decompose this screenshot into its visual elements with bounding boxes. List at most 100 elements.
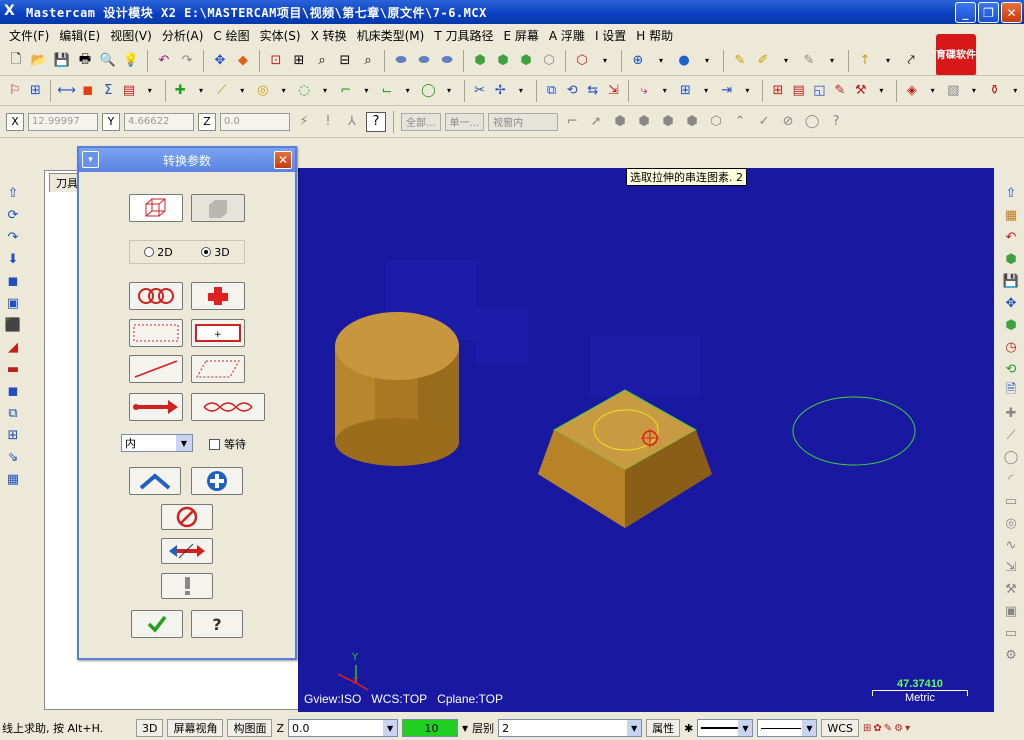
dimension-icon[interactable]: ⟷: [57, 81, 76, 101]
layer-icon[interactable]: ⧉: [4, 404, 22, 422]
help-icon[interactable]: ?: [366, 111, 386, 132]
partial-chain-button[interactable]: [191, 393, 265, 421]
new-file-icon[interactable]: 🗋: [6, 51, 26, 71]
dialog-collapse-button[interactable]: ▾: [82, 151, 99, 168]
rotate-icon[interactable]: ⟲: [563, 81, 581, 101]
wcs-button[interactable]: WCS: [821, 719, 859, 737]
break-icon[interactable]: ✢: [491, 81, 509, 101]
spline-gray-icon[interactable]: ∿: [1002, 536, 1020, 554]
menu-art[interactable]: A 浮雕: [544, 27, 590, 44]
bottle-icon[interactable]: ⚱: [986, 81, 1004, 101]
cube-view-1-icon[interactable]: ⬢: [470, 51, 490, 71]
add-selection-button[interactable]: [191, 467, 243, 495]
refresh-icon[interactable]: ⟲: [1002, 360, 1020, 378]
color-field[interactable]: 10: [402, 719, 459, 737]
point-mode-button[interactable]: [191, 282, 245, 310]
hatch-icon[interactable]: ▧: [944, 81, 962, 101]
chain-direction-select[interactable]: 内 ▼: [121, 434, 193, 452]
statistics-icon[interactable]: ▤: [120, 81, 138, 101]
zoom-target-icon[interactable]: ⌕: [312, 51, 332, 71]
vector-mode-button[interactable]: [129, 393, 183, 421]
gear-gray-icon[interactable]: ⚙: [1002, 646, 1020, 664]
drill-icon[interactable]: ⤤: [901, 51, 921, 71]
tools-gray-icon[interactable]: ⚒: [1002, 580, 1020, 598]
single-mode-button[interactable]: [129, 355, 183, 383]
hex-2-icon[interactable]: ⬢: [658, 112, 678, 132]
chevron-down-icon[interactable]: ▾: [233, 81, 251, 101]
chevron-down-icon[interactable]: ▾: [822, 51, 842, 71]
hidden-icon[interactable]: ⬬: [437, 51, 457, 71]
x-coord-field[interactable]: 12.99997: [28, 112, 98, 131]
wireframe-mode-button[interactable]: [129, 194, 183, 222]
zoom-out-icon[interactable]: ⌕: [358, 51, 378, 71]
hint-icon[interactable]: 💡: [121, 51, 141, 71]
slash-gray-icon[interactable]: ⟋: [1002, 426, 1020, 444]
check-select-icon[interactable]: ✓: [754, 112, 774, 132]
cube-view-2-icon[interactable]: ⬢: [493, 51, 513, 71]
options-button[interactable]: [161, 573, 213, 599]
menu-solids[interactable]: 实体(S): [255, 27, 306, 44]
chain-mode-button[interactable]: [129, 282, 183, 310]
wireframe-icon[interactable]: ⬬: [414, 51, 434, 71]
sweep-icon[interactable]: ↷: [4, 228, 22, 246]
save-view-icon[interactable]: 💾: [1002, 272, 1020, 290]
open-file-icon[interactable]: 📂: [29, 51, 49, 71]
offset-icon[interactable]: ⤷: [635, 81, 653, 101]
point-icon[interactable]: ✚: [171, 81, 189, 101]
plus-gray-icon[interactable]: ✚: [1002, 404, 1020, 422]
chevron-down-icon[interactable]: ▾: [656, 81, 674, 101]
geometry-canvas[interactable]: [298, 168, 994, 712]
point-style-icon[interactable]: ✱: [684, 722, 693, 735]
print-preview-icon[interactable]: 🔍: [98, 51, 118, 71]
menu-file[interactable]: 文件(F): [4, 27, 54, 44]
box-view-icon[interactable]: ⬡: [572, 51, 592, 71]
loft-icon[interactable]: ⬇: [4, 250, 22, 268]
polygon-mode-button[interactable]: [191, 355, 245, 383]
save-icon[interactable]: 💾: [52, 51, 72, 71]
dialog-close-button[interactable]: ✕: [274, 151, 292, 169]
grid-icon[interactable]: ⊞: [769, 81, 787, 101]
chevron-down-icon[interactable]: ▾: [1006, 81, 1024, 101]
chevron-down-icon[interactable]: ▾: [316, 81, 334, 101]
fit-icon[interactable]: ⊡: [266, 51, 286, 71]
chevron-down-icon[interactable]: ▾: [399, 81, 417, 101]
chevron-down-icon[interactable]: ▾: [651, 51, 671, 71]
line-style-field[interactable]: ▼: [697, 719, 754, 737]
brush-icon[interactable]: ✎: [799, 51, 819, 71]
hex-1-icon[interactable]: ⬢: [634, 112, 654, 132]
x-coord-label[interactable]: X: [6, 112, 24, 131]
menu-machine-type[interactable]: 机床类型(M): [352, 27, 430, 44]
dims-gray-icon[interactable]: ⇲: [1002, 558, 1020, 576]
select-vector-icon[interactable]: ⌐: [562, 112, 582, 132]
print-icon[interactable]: 🖶: [75, 51, 95, 71]
hex-4-icon[interactable]: ⬡: [706, 112, 726, 132]
menu-xform[interactable]: X 转换: [306, 27, 352, 44]
menu-toolpaths[interactable]: T 刀具路径: [429, 27, 498, 44]
chevron-down-icon[interactable]: ▼: [176, 435, 192, 451]
clock-icon[interactable]: ◷: [1002, 338, 1020, 356]
close-button[interactable]: ✕: [1001, 2, 1022, 23]
table-icon[interactable]: ▤: [790, 81, 808, 101]
rect-gray-icon[interactable]: ▭: [1002, 492, 1020, 510]
wait-checkbox[interactable]: 等待: [209, 436, 246, 452]
chevron-down-icon[interactable]: ▾: [697, 51, 717, 71]
drawing-icon[interactable]: ▦: [4, 470, 22, 488]
ok-button[interactable]: [131, 610, 183, 638]
trim-solid-icon[interactable]: ◢: [4, 338, 22, 356]
bound-icon[interactable]: ◱: [811, 81, 829, 101]
area-mode-button[interactable]: +: [191, 319, 245, 347]
menu-screen[interactable]: E 屏幕: [499, 27, 544, 44]
draft-icon[interactable]: ⬛: [4, 316, 22, 334]
chevron-down-icon[interactable]: ▾: [739, 81, 757, 101]
array-icon[interactable]: ⊞: [677, 81, 695, 101]
translate-icon[interactable]: ⧉: [543, 81, 561, 101]
window-mode-button[interactable]: [129, 319, 183, 347]
z-depth-field[interactable]: 0.0 ▼: [288, 719, 399, 737]
arc-gray-icon[interactable]: ◜: [1002, 470, 1020, 488]
arrow-solid-icon[interactable]: ⇘: [4, 448, 22, 466]
radio-3d[interactable]: 3D: [201, 246, 230, 259]
arc-icon[interactable]: ◌: [295, 81, 313, 101]
regen-icon[interactable]: ◆: [233, 51, 253, 71]
cube-green-icon[interactable]: ⬢: [1002, 316, 1020, 334]
circle-gray-icon[interactable]: ◯: [1002, 448, 1020, 466]
